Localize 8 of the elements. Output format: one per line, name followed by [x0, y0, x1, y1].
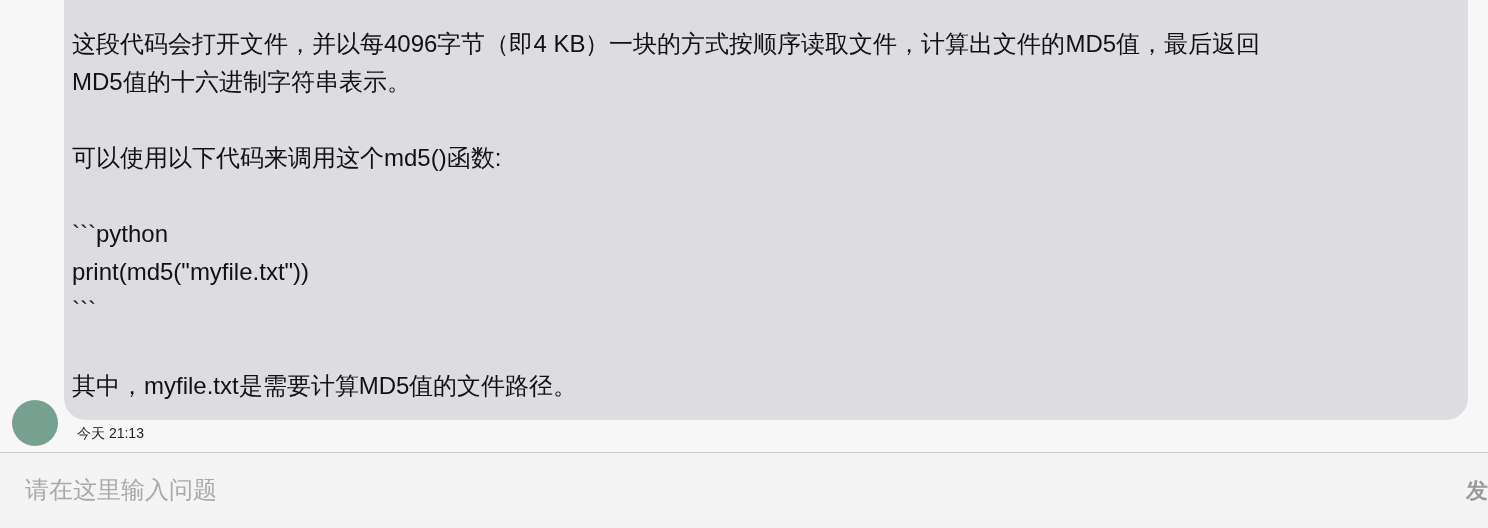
avatar: [12, 400, 58, 446]
message-paragraph: ```python print(md5("myfile.txt")) ```: [72, 219, 311, 325]
send-button[interactable]: 发: [1466, 477, 1488, 505]
timestamp: 今天 21:13: [77, 424, 144, 442]
message-paragraph: 其中，myfile.txt是需要计算MD5值的文件路径。: [72, 371, 579, 401]
message-paragraph: 可以使用以下代码来调用这个md5()函数:: [72, 143, 503, 173]
input-field[interactable]: 请在这里输入问题: [0, 453, 1440, 527]
message-paragraph: 这段代码会打开文件，并以每4096字节（即4 KB）一块的方式按顺序读取文件，计算出文件的MD5值，最后返回 MD5值的十六进制字符串表示。: [72, 29, 1262, 97]
